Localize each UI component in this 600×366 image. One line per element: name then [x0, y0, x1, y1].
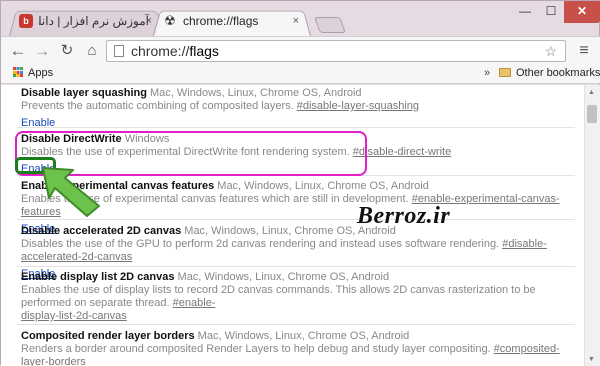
flag-anchor-link[interactable]: #disable-layer-squashing: [297, 100, 419, 112]
flag-desc-text: Prevents the automatic combining of comp…: [21, 100, 297, 112]
back-arrow-icon[interactable]: ←: [7, 40, 29, 62]
bookmarks-bar: Apps » Other bookmarks: [1, 64, 600, 84]
home-icon[interactable]: ⌂: [81, 40, 103, 62]
apps-grid-icon: [13, 67, 23, 77]
other-bookmarks-folder[interactable]: Other bookmarks: [499, 67, 600, 79]
flag-desc-text: Disables the use of the GPU to perform 2…: [21, 238, 503, 250]
flag-platforms: Mac, Windows, Linux, Chrome OS, Android: [150, 87, 362, 99]
browser-window: b آموزش نرم افزار | دانلود, سا × ☢ chrom…: [0, 0, 600, 366]
flag-description: Enables the use of display lists to reco…: [21, 284, 566, 323]
other-bookmarks-label: Other bookmarks: [516, 67, 600, 79]
url-path: flags: [189, 43, 219, 59]
flag-title: Composited render layer borders: [21, 330, 195, 342]
scroll-thumb[interactable]: [587, 105, 597, 123]
flag-platforms: Mac, Windows, Linux, Chrome OS, Android: [177, 271, 390, 283]
flag-description: Prevents the automatic combining of comp…: [21, 100, 566, 113]
flag-item: Enable display list 2D canvas Mac, Windo…: [21, 271, 566, 323]
new-tab-button[interactable]: [314, 17, 346, 33]
green-arrow-icon: [42, 167, 100, 217]
flag-description: Disables the use of the GPU to perform 2…: [21, 238, 566, 264]
tab-close-icon[interactable]: ×: [293, 8, 299, 34]
flag-desc-text: Renders a border around composited Rende…: [21, 343, 494, 355]
tab-strip: b آموزش نرم افزار | دانلود, سا × ☢ chrom…: [1, 1, 600, 37]
flag-platforms: Mac, Windows, Linux, Chrome OS, Android: [197, 330, 410, 342]
maximize-button[interactable]: ☐: [538, 1, 564, 23]
enable-link[interactable]: Enable: [21, 117, 55, 130]
reload-icon[interactable]: ↻: [56, 40, 78, 62]
divider: [17, 266, 575, 267]
divider: [17, 219, 575, 220]
apps-label: Apps: [28, 67, 54, 79]
flag-platforms: Mac, Windows, Linux, Chrome OS, Android: [217, 180, 429, 192]
tab-chrome-flags[interactable]: ☢ chrome://flags ×: [153, 8, 311, 36]
vertical-scrollbar[interactable]: ▲ ▼: [584, 85, 600, 366]
forward-arrow-icon[interactable]: →: [31, 40, 53, 62]
url-text[interactable]: chrome://flags: [131, 42, 219, 60]
hamburger-menu-icon[interactable]: ≡: [574, 41, 594, 61]
flag-anchor-link[interactable]: #disable-direct-write: [353, 146, 451, 158]
flag-anchor-link-continued[interactable]: display-list-2d-canvas: [21, 310, 127, 322]
watermark: Berroz.ir: [357, 203, 451, 229]
close-window-button[interactable]: ✕: [564, 1, 600, 23]
flag-desc-text: Enables the use of display lists to reco…: [21, 284, 536, 309]
flag-title: Disable layer squashing: [21, 87, 147, 99]
page-icon: [114, 45, 124, 57]
divider: [17, 127, 575, 128]
bookmarks-overflow-icon[interactable]: »: [484, 67, 490, 79]
toolbar: ← → ↻ ⌂ chrome://flags ☆ ≡: [1, 36, 600, 64]
address-bar[interactable]: chrome://flags ☆: [106, 40, 566, 62]
bookmark-star-icon[interactable]: ☆: [544, 42, 557, 60]
radiation-favicon-icon: ☢: [164, 13, 176, 28]
flag-anchor-link[interactable]: #enable-: [173, 297, 216, 309]
scroll-up-icon[interactable]: ▲: [588, 89, 595, 96]
folder-icon: [499, 68, 511, 77]
scroll-down-icon[interactable]: ▼: [588, 356, 595, 363]
minimize-button[interactable]: —: [512, 1, 538, 23]
flag-title: Disable accelerated 2D canvas: [21, 225, 182, 237]
divider: [17, 324, 575, 325]
tab-persian-site[interactable]: b آموزش نرم افزار | دانلود, سا ×: [9, 8, 164, 36]
flags-page: Disable layer squashing Mac, Windows, Li…: [1, 85, 584, 366]
url-scheme: chrome://: [131, 43, 190, 59]
apps-shortcut[interactable]: Apps: [13, 67, 53, 79]
flag-item: Composited render layer borders Mac, Win…: [21, 330, 566, 366]
flag-description: Renders a border around composited Rende…: [21, 343, 566, 366]
flag-item: Disable layer squashing Mac, Windows, Li…: [21, 87, 566, 130]
tab-close-icon[interactable]: ×: [146, 8, 152, 34]
tab-title: آموزش نرم افزار | دانلود, سا: [39, 14, 149, 28]
tab-title: chrome://flags: [183, 14, 259, 28]
site-favicon-icon: b: [19, 14, 33, 28]
arrow-shape: [42, 167, 100, 217]
flag-title: Enable display list 2D canvas: [21, 271, 175, 283]
